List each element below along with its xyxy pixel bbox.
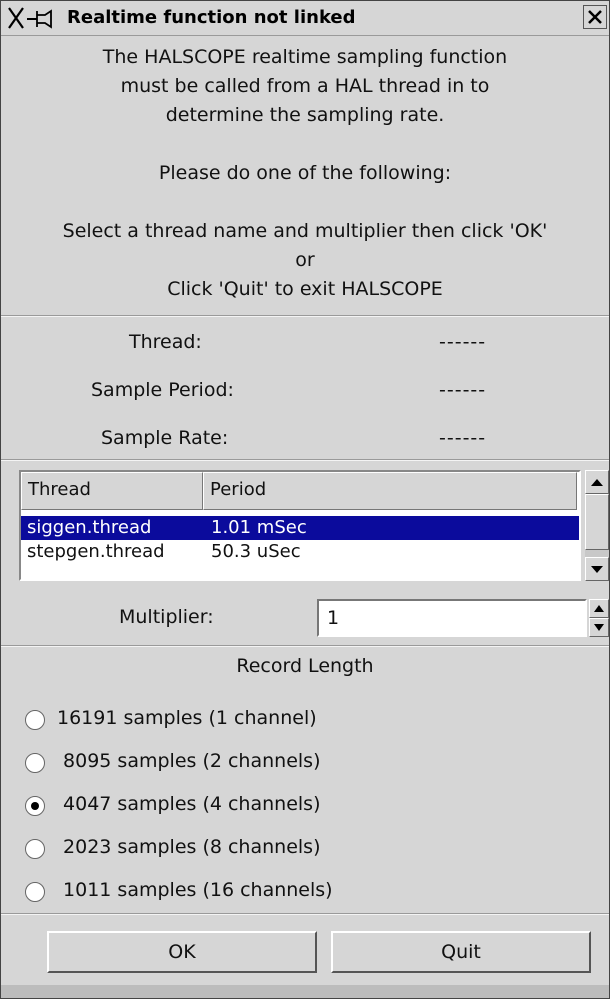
message-line: must be called from a HAL thread in to bbox=[120, 75, 490, 97]
bottom-edge bbox=[1, 985, 609, 998]
thread-value: ------ bbox=[439, 331, 487, 353]
title-bar[interactable]: Realtime function not linked bbox=[1, 1, 609, 36]
message-line: determine the sampling rate. bbox=[165, 104, 445, 126]
message-line: or bbox=[295, 249, 315, 271]
thread-period-cell: 50.3 uSec bbox=[211, 541, 301, 562]
sample-rate-label: Sample Rate: bbox=[101, 427, 229, 449]
sample-rate-value: ------ bbox=[439, 427, 487, 449]
message-line: Click 'Quit' to exit HALSCOPE bbox=[167, 278, 443, 300]
quit-button[interactable]: Quit bbox=[331, 931, 591, 973]
message-line: Please do one of the following: bbox=[158, 162, 452, 184]
multiplier-input[interactable] bbox=[317, 599, 587, 637]
arrow-up-icon bbox=[591, 479, 603, 486]
message-text: The HALSCOPE realtime sampling function … bbox=[1, 43, 609, 304]
thread-name-cell: stepgen.thread bbox=[27, 541, 165, 562]
multiplier-spinner[interactable] bbox=[589, 599, 609, 637]
thread-row-siggen[interactable]: siggen.thread 1.01 mSec bbox=[21, 516, 579, 540]
close-icon bbox=[588, 10, 602, 24]
multiplier-label: Multiplier: bbox=[119, 606, 214, 628]
thread-name-cell: siggen.thread bbox=[27, 517, 152, 538]
sample-period-label: Sample Period: bbox=[91, 379, 234, 401]
window-menu-icon[interactable] bbox=[7, 5, 63, 31]
window-title: Realtime function not linked bbox=[67, 7, 356, 28]
radio-button-selected[interactable] bbox=[25, 796, 45, 816]
message-line: The HALSCOPE realtime sampling function bbox=[102, 46, 508, 68]
spin-down-icon bbox=[594, 624, 604, 631]
radio-button[interactable] bbox=[25, 882, 45, 902]
separator bbox=[1, 459, 609, 461]
thread-list[interactable]: Thread Period siggen.thread 1.01 mSec st… bbox=[19, 470, 581, 581]
column-header-period[interactable]: Period bbox=[203, 472, 577, 510]
arrow-down-icon bbox=[591, 566, 603, 573]
radio-label: 1011 samples (16 channels) bbox=[57, 879, 333, 901]
separator bbox=[1, 913, 609, 915]
scroll-up-button[interactable] bbox=[585, 470, 609, 494]
sample-period-value: ------ bbox=[439, 379, 487, 401]
spin-up-icon bbox=[594, 605, 604, 612]
scrollbar-thumb[interactable] bbox=[585, 494, 609, 550]
dialog-window: Realtime function not linked The HALSCOP… bbox=[0, 0, 610, 999]
radio-button[interactable] bbox=[25, 753, 45, 773]
thread-period-cell: 1.01 mSec bbox=[211, 517, 307, 538]
ok-button[interactable]: OK bbox=[47, 931, 317, 973]
thread-list-scrollbar[interactable] bbox=[585, 470, 609, 581]
close-button[interactable] bbox=[583, 5, 607, 29]
radio-button[interactable] bbox=[25, 839, 45, 859]
scroll-down-button[interactable] bbox=[585, 557, 609, 581]
record-length-title: Record Length bbox=[236, 655, 374, 677]
thread-row-stepgen[interactable]: stepgen.thread 50.3 uSec bbox=[21, 540, 579, 564]
spin-down-button[interactable] bbox=[589, 618, 609, 637]
radio-label: 16191 samples (1 channel) bbox=[57, 707, 317, 729]
pin-icon bbox=[36, 9, 52, 29]
radio-label: 4047 samples (4 channels) bbox=[57, 793, 321, 815]
thread-label: Thread: bbox=[129, 331, 202, 353]
radio-button[interactable] bbox=[25, 710, 45, 730]
column-header-thread[interactable]: Thread bbox=[21, 472, 203, 510]
radio-label: 2023 samples (8 channels) bbox=[57, 836, 321, 858]
separator bbox=[1, 645, 609, 647]
radio-label: 8095 samples (2 channels) bbox=[57, 750, 321, 772]
spin-up-button[interactable] bbox=[589, 599, 609, 618]
message-line: Select a thread name and multiplier then… bbox=[62, 220, 548, 242]
separator bbox=[1, 315, 609, 317]
